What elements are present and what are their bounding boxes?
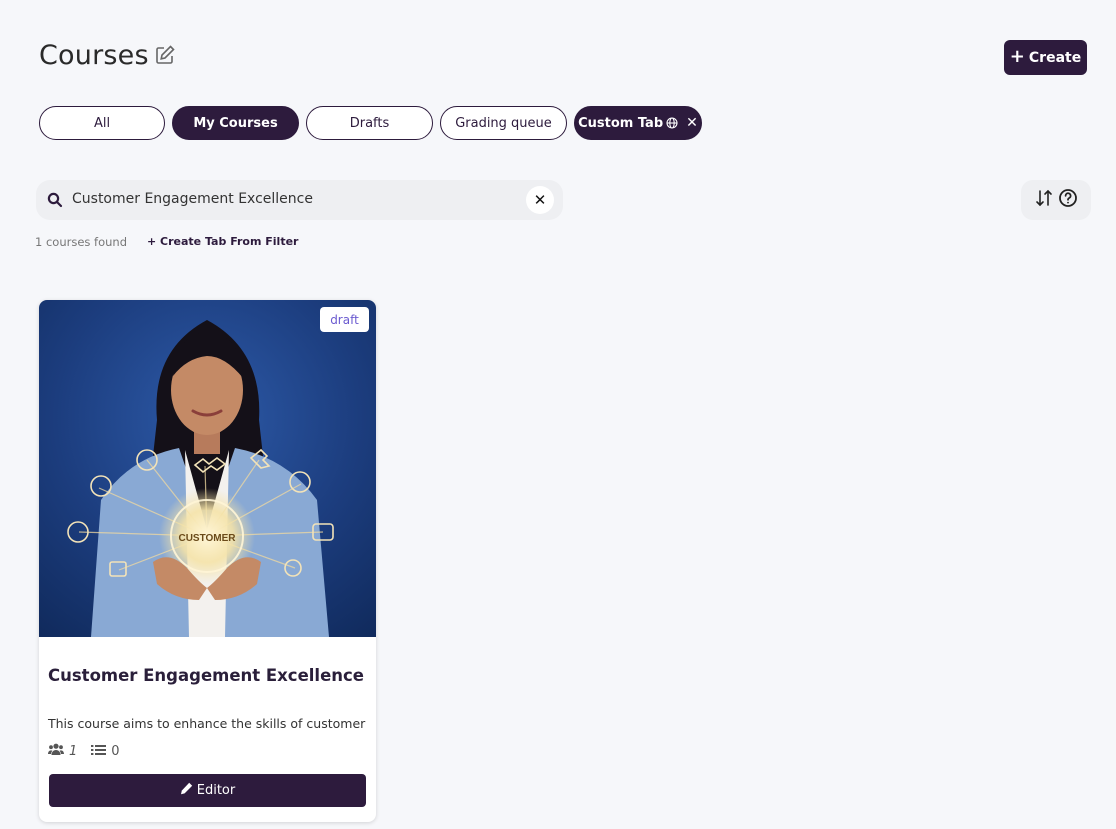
tab-label: All (93, 115, 111, 131)
toolbar-tools (1021, 180, 1091, 220)
edit-title-icon[interactable] (154, 44, 176, 66)
course-description: This course aims to enhance the skills o… (48, 716, 366, 731)
status-badge: draft (320, 307, 369, 332)
course-title[interactable]: Customer Engagement Excellence (48, 666, 364, 685)
tab-my-courses[interactable]: My Courses (172, 106, 299, 140)
results-count: 1 courses found (35, 235, 128, 249)
create-button[interactable]: + Create (1004, 40, 1087, 75)
tab-all[interactable]: All (39, 106, 165, 140)
course-image: CUSTOMER draft (39, 300, 376, 637)
course-card[interactable]: CUSTOMER draft Customer Engagement Excel… (39, 300, 376, 822)
tab-label: Drafts (349, 115, 390, 131)
members-count: 1 (69, 744, 78, 759)
list-icon (91, 744, 107, 760)
course-meta: 1 0 (48, 743, 134, 760)
pencil-icon (180, 782, 193, 799)
globe-icon (666, 117, 678, 129)
search-bar: Customer Engagement Excellence ✕ (36, 180, 563, 220)
create-tab-from-filter-link[interactable]: + Create Tab From Filter (147, 235, 298, 248)
search-icon (47, 192, 63, 212)
sort-icon[interactable] (1034, 188, 1054, 212)
image-caption: CUSTOMER (178, 533, 236, 544)
close-icon[interactable]: ✕ (686, 115, 698, 131)
lessons-count: 0 (111, 744, 120, 759)
page-title: Courses (39, 40, 149, 71)
tab-custom[interactable]: Custom Tab ✕ (574, 106, 702, 140)
plus-icon: + (1009, 45, 1025, 67)
users-icon (48, 743, 64, 760)
create-button-label: Create (1028, 49, 1082, 66)
tab-label: Grading queue (455, 115, 552, 131)
tab-label: My Courses (193, 115, 278, 131)
help-icon[interactable] (1058, 188, 1078, 212)
tab-label: Custom Tab (578, 115, 664, 131)
tab-grading-queue[interactable]: Grading queue (440, 106, 567, 140)
tab-drafts[interactable]: Drafts (306, 106, 433, 140)
editor-button[interactable]: Editor (49, 774, 366, 807)
editor-button-label: Editor (196, 783, 236, 798)
search-input[interactable]: Customer Engagement Excellence (72, 191, 313, 207)
clear-search-button[interactable]: ✕ (526, 186, 554, 214)
